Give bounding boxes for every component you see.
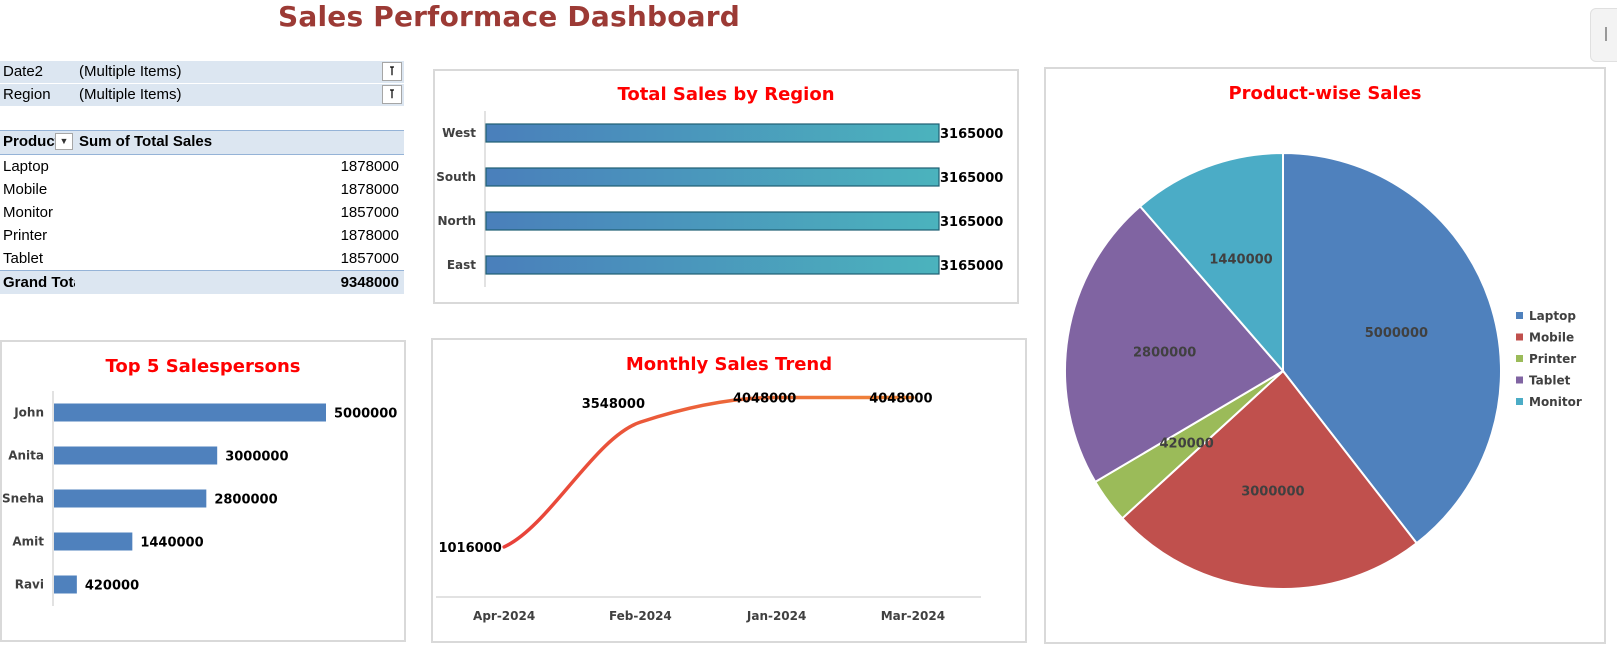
row-value: 1878000 bbox=[340, 181, 399, 198]
row-value: 1857000 bbox=[340, 204, 399, 221]
row-product: Tablet bbox=[3, 250, 44, 267]
header-product: Product bbox=[3, 133, 55, 150]
bar bbox=[54, 403, 326, 422]
legend-swatch bbox=[1516, 398, 1523, 405]
filter-icon[interactable]: ⊺ bbox=[382, 85, 402, 104]
pivot-table: Product ▼ Sum of Total Sales Laptop 1878… bbox=[0, 130, 404, 294]
pivot-header: Product ▼ Sum of Total Sales bbox=[0, 130, 404, 155]
series-line bbox=[502, 395, 915, 549]
legend-swatch bbox=[1516, 376, 1523, 384]
monthly-line-chart: 1016000 Apr-2024 3548000 Feb-2024 4048000 Jan… bbox=[436, 391, 981, 623]
legend-label: Monitor bbox=[1529, 395, 1582, 409]
row-product: Printer bbox=[3, 227, 48, 244]
bar bbox=[485, 255, 940, 275]
bar bbox=[54, 446, 218, 465]
data-label: 420000 bbox=[85, 579, 139, 594]
data-label: 1440000 bbox=[1209, 253, 1272, 268]
data-label: 4048000 bbox=[733, 391, 796, 406]
table-row[interactable]: Tablet 1857000 bbox=[0, 247, 404, 270]
monthly-chart-panel[interactable]: Monthly Sales Trend 1016000 Apr-2024 35480… bbox=[431, 338, 1027, 643]
legend-swatch bbox=[1516, 312, 1523, 319]
grand-total-label: Grand Total bbox=[3, 274, 75, 291]
filter-label: Region bbox=[3, 86, 51, 103]
tick-label: Feb-2024 bbox=[609, 609, 672, 623]
legend-swatch bbox=[1516, 333, 1523, 341]
legend-label: Tablet bbox=[1529, 374, 1571, 388]
data-label: 4048000 bbox=[869, 391, 932, 406]
row-product: Monitor bbox=[3, 204, 54, 221]
tick-label: Ravi bbox=[15, 578, 44, 592]
data-label: 1016000 bbox=[438, 541, 501, 556]
grand-total-row[interactable]: Grand Total 9348000 bbox=[0, 270, 404, 294]
row-product: Mobile bbox=[3, 181, 48, 198]
legend-label: Printer bbox=[1529, 352, 1576, 366]
legend-swatch bbox=[1516, 355, 1523, 362]
region-chart-panel[interactable]: Total Sales by Region West 3165000 South 31… bbox=[433, 69, 1019, 304]
data-label: 3548000 bbox=[582, 397, 645, 412]
bar bbox=[485, 167, 940, 187]
legend-label: Laptop bbox=[1529, 309, 1576, 323]
data-label: 3165000 bbox=[940, 171, 1003, 186]
bar bbox=[485, 211, 940, 231]
filter-region: Region (Multiple Items) ⊺ bbox=[0, 84, 404, 106]
row-value: 1857000 bbox=[340, 250, 399, 267]
tick-label: John bbox=[13, 406, 44, 420]
data-label: 3165000 bbox=[940, 127, 1003, 142]
salespersons-bar-chart: John 5000000 Anita 3000000 Sneha 2800000 Amit 1… bbox=[2, 391, 397, 606]
data-label: 3165000 bbox=[940, 259, 1003, 274]
bar bbox=[54, 575, 77, 594]
tick-label: Anita bbox=[8, 449, 44, 463]
tick-label: Jan-2024 bbox=[746, 609, 806, 623]
tick-label: South bbox=[436, 170, 476, 184]
data-label: 5000000 bbox=[1365, 326, 1428, 341]
dropdown-arrow-icon[interactable]: ▼ bbox=[55, 133, 73, 150]
region-bar-chart: West 3165000 South 3165000 North 3165000 East 3… bbox=[436, 111, 1003, 287]
data-label: 5000000 bbox=[334, 407, 397, 422]
bar bbox=[54, 489, 207, 508]
tick-label: North bbox=[438, 214, 476, 228]
product-pie-chart: 5000000 3000000 420000 2800000 1440000 Laptop… bbox=[1064, 151, 1582, 590]
table-row[interactable]: Mobile 1878000 bbox=[0, 178, 404, 201]
tick-label: East bbox=[447, 258, 476, 272]
bar bbox=[54, 532, 133, 551]
filter-label: Date2 bbox=[3, 63, 44, 80]
tick-label: Mar-2024 bbox=[881, 609, 945, 623]
header-sum: Sum of Total Sales bbox=[79, 133, 213, 150]
grand-total-value: 9348000 bbox=[340, 274, 399, 291]
row-value: 1878000 bbox=[340, 227, 399, 244]
row-value: 1878000 bbox=[340, 158, 399, 175]
data-label: 2800000 bbox=[1133, 346, 1196, 361]
table-row[interactable]: Monitor 1857000 bbox=[0, 201, 404, 224]
row-product: Laptop bbox=[3, 158, 49, 175]
table-row[interactable]: Laptop 1878000 bbox=[0, 155, 404, 178]
data-label: 1440000 bbox=[140, 536, 203, 551]
data-label: 3000000 bbox=[225, 450, 288, 465]
product-chart-panel[interactable]: Product-wise Sales 5000000 3000000 420000 2… bbox=[1044, 67, 1606, 644]
filter-icon[interactable]: ⊺ bbox=[382, 62, 402, 81]
tick-label: Apr-2024 bbox=[473, 609, 535, 623]
pane-handle[interactable] bbox=[1590, 8, 1617, 62]
data-label: 420000 bbox=[1160, 436, 1214, 451]
data-label: 3165000 bbox=[940, 215, 1003, 230]
filter-date: Date2 (Multiple Items) ⊺ bbox=[0, 61, 404, 83]
legend-label: Mobile bbox=[1529, 331, 1574, 345]
dashboard-title: Sales Performace Dashboard bbox=[278, 0, 740, 33]
filter-value: (Multiple Items) bbox=[79, 63, 182, 80]
data-label: 3000000 bbox=[1241, 484, 1304, 499]
bar bbox=[485, 123, 940, 143]
tick-label: Amit bbox=[12, 535, 44, 549]
filter-value: (Multiple Items) bbox=[79, 86, 182, 103]
table-row[interactable]: Printer 1878000 bbox=[0, 224, 404, 247]
salespersons-chart-panel[interactable]: Top 5 Salespersons John 5000000 Anita 30000… bbox=[0, 340, 406, 642]
data-label: 2800000 bbox=[214, 493, 277, 508]
tick-label: Sneha bbox=[2, 492, 44, 506]
tick-label: West bbox=[442, 126, 476, 140]
